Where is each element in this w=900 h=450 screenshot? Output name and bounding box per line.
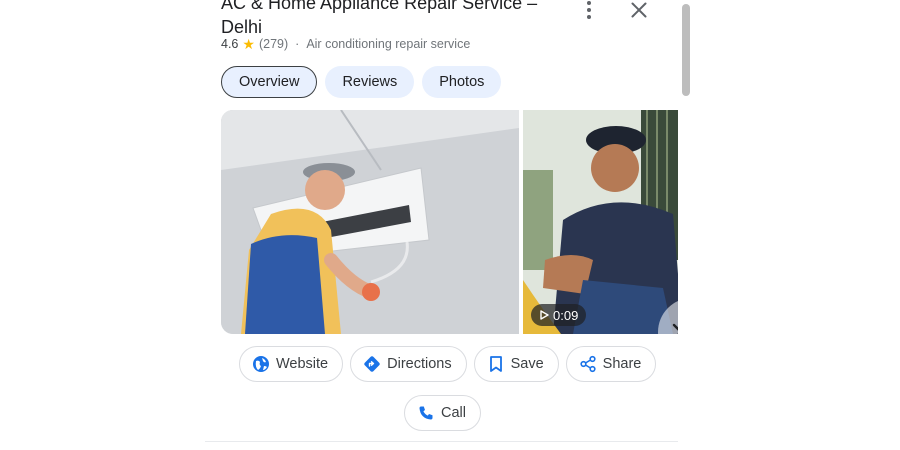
more-options-button[interactable]: [577, 0, 601, 22]
panel-scrollbar[interactable]: [678, 0, 694, 450]
place-title: AC & Home Appliance Repair Service – Delh…: [221, 0, 551, 39]
action-bar-secondary: Call: [404, 395, 481, 431]
tab-bar: Overview Reviews Photos: [221, 66, 502, 98]
place-title-line-2: Delhi: [221, 17, 263, 37]
share-button[interactable]: Share: [565, 346, 657, 382]
action-bar: Website Directions Save Share: [239, 346, 657, 382]
photo-technician-indoor-ac[interactable]: [221, 110, 519, 334]
call-button[interactable]: Call: [404, 395, 481, 431]
video-technician-outdoor-ac[interactable]: 0:09: [523, 110, 678, 334]
close-button[interactable]: [627, 0, 651, 22]
website-button[interactable]: Website: [239, 346, 344, 382]
directions-button[interactable]: Directions: [350, 346, 467, 382]
directions-label: Directions: [387, 356, 452, 372]
photo-carousel: 0:09: [221, 110, 678, 334]
rating-row: 4.6 ★ (279) · Air conditioning repair se…: [221, 37, 470, 51]
share-icon: [580, 355, 596, 373]
share-label: Share: [602, 356, 642, 372]
separator: ·: [295, 37, 300, 51]
place-details-panel: AC & Home Appliance Repair Service – Delh…: [205, 0, 678, 450]
star-icon: ★: [242, 36, 255, 52]
technician-indoor-illustration: [221, 110, 519, 334]
save-button[interactable]: Save: [473, 346, 559, 382]
technician-outdoor-illustration: [523, 110, 678, 334]
tab-photos[interactable]: Photos: [422, 66, 502, 98]
close-icon: [631, 2, 647, 18]
video-duration-badge: 0:09: [531, 304, 587, 326]
tab-reviews[interactable]: Reviews: [325, 66, 415, 98]
save-label: Save: [510, 356, 544, 372]
video-duration: 0:09: [553, 307, 579, 323]
scrollbar-thumb[interactable]: [682, 4, 690, 96]
more-vert-icon: [587, 1, 591, 5]
call-label: Call: [441, 405, 466, 421]
globe-icon: [253, 356, 269, 372]
place-category[interactable]: Air conditioning repair service: [306, 37, 470, 51]
play-icon: [540, 310, 549, 320]
review-count[interactable]: (279): [259, 37, 288, 51]
section-divider: [205, 441, 678, 442]
chevron-right-icon: [672, 323, 678, 334]
bookmark-icon: [489, 356, 502, 372]
tab-overview[interactable]: Overview: [221, 66, 318, 98]
phone-icon: [419, 406, 433, 420]
place-title-line-1: AC & Home Appliance Repair Service –: [221, 0, 538, 13]
website-label: Website: [276, 356, 329, 372]
rating-value: 4.6: [221, 37, 239, 51]
directions-icon: [364, 356, 380, 372]
